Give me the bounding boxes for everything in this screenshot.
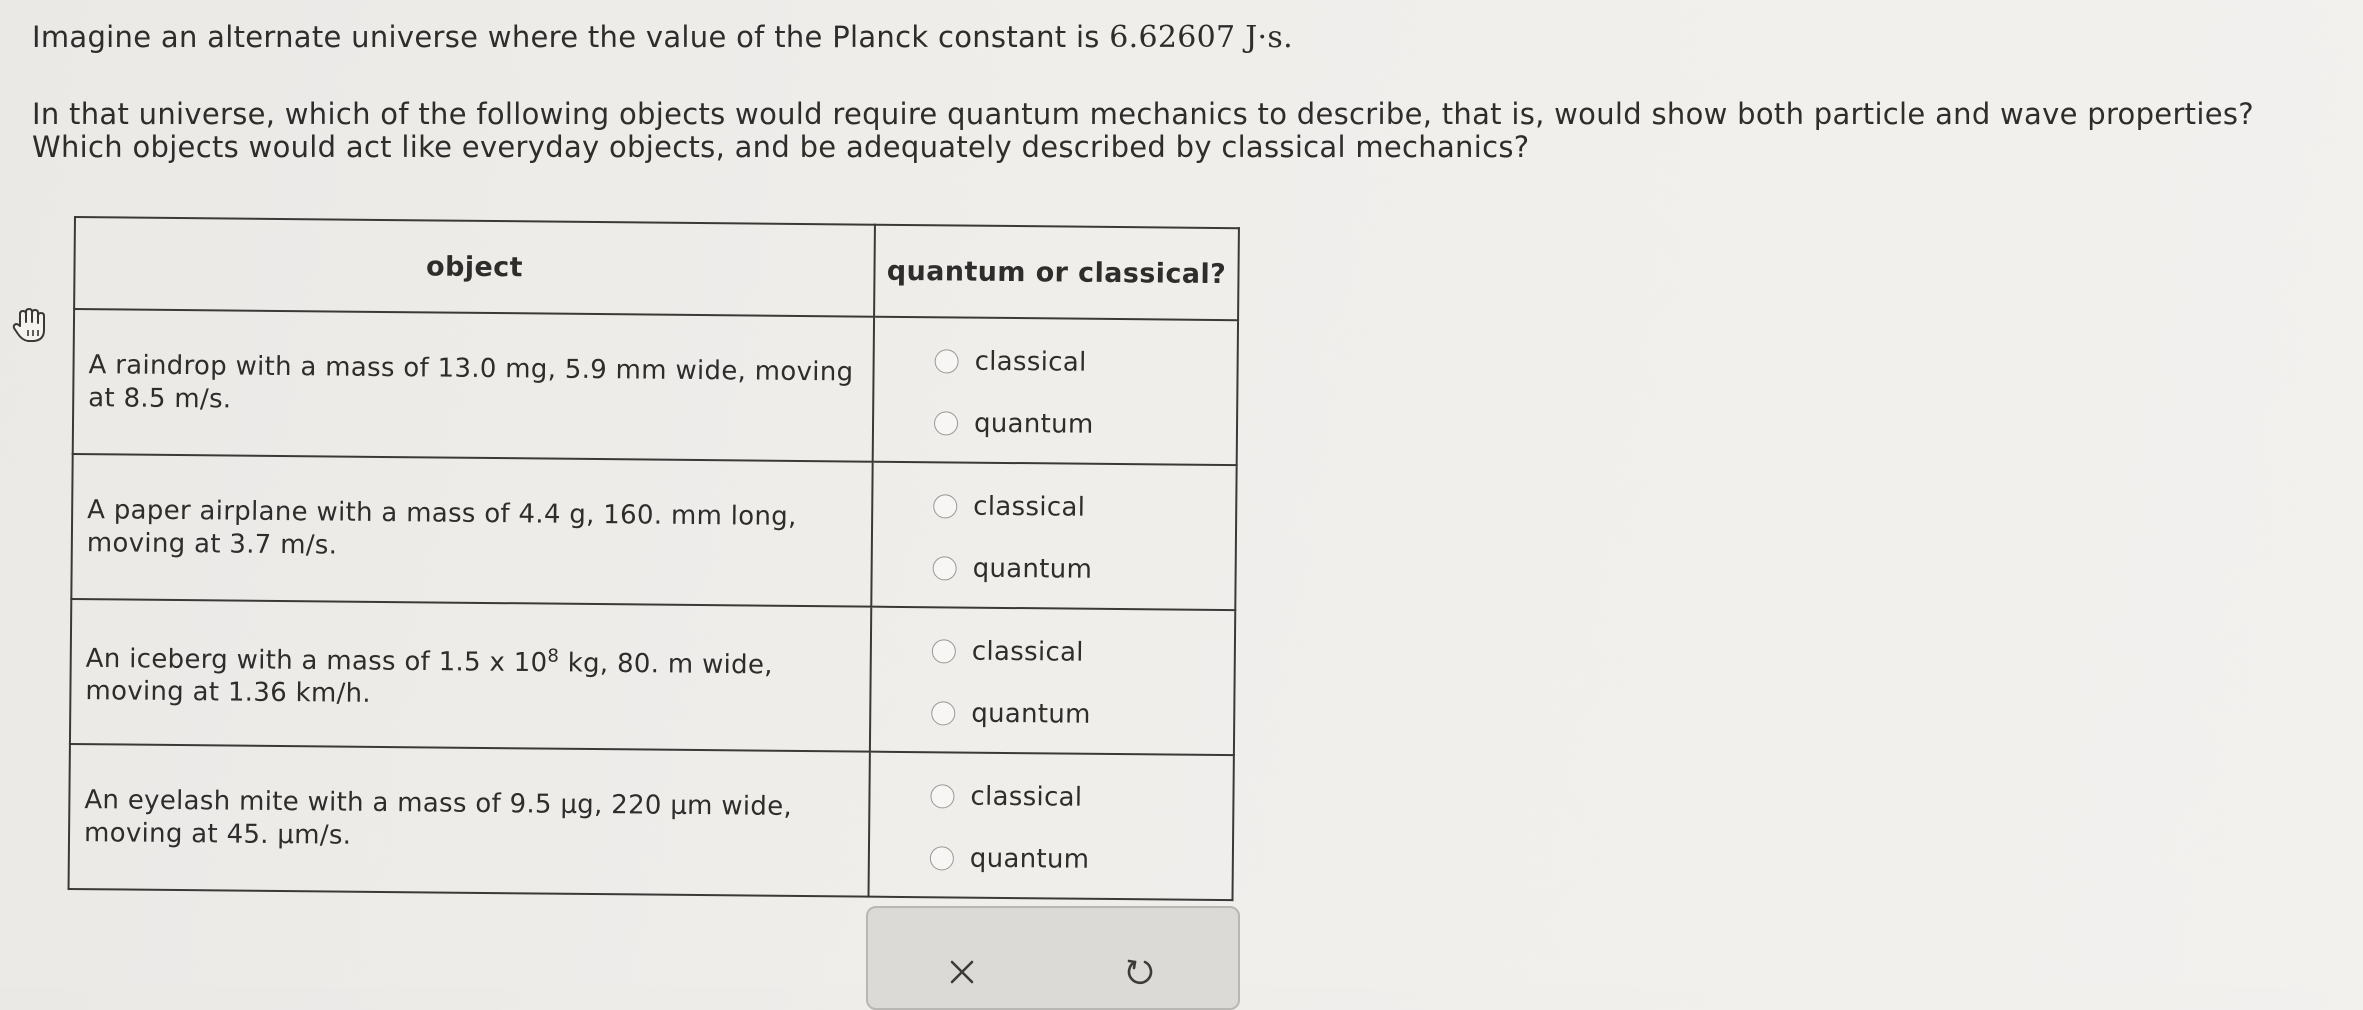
option-label: classical — [974, 346, 1087, 378]
object-description: An iceberg with a mass of 1.5 x 108 kg, … — [69, 598, 872, 752]
option-classical[interactable]: classical — [930, 779, 1232, 816]
choice-cell: classical quantum — [869, 606, 1236, 756]
intro-prefix: Imagine an alternate universe where the … — [32, 20, 1110, 54]
intro-text: Imagine an alternate universe where the … — [32, 18, 1293, 57]
exponent: 8 — [547, 645, 560, 667]
radio-button[interactable] — [933, 493, 958, 518]
option-classical[interactable]: classical — [933, 489, 1235, 526]
column-header-choice: quantum or classical? — [874, 224, 1239, 321]
table-row: An eyelash mite with a mass of 9.5 μg, 2… — [68, 743, 1234, 901]
option-label: quantum — [973, 408, 1094, 440]
answer-table: object quantum or classical? A raindrop … — [68, 216, 1240, 901]
option-classical[interactable]: classical — [934, 344, 1236, 381]
option-classical[interactable]: classical — [931, 634, 1234, 671]
radio-button[interactable] — [933, 410, 959, 435]
choice-cell: classical quantum — [868, 751, 1234, 901]
option-quantum[interactable]: quantum — [931, 696, 1233, 733]
option-label: quantum — [971, 698, 1091, 730]
page: Imagine an alternate universe where the … — [0, 0, 2363, 1010]
object-description: An eyelash mite with a mass of 9.5 μg, 2… — [68, 743, 870, 897]
radio-button[interactable] — [930, 783, 955, 808]
option-quantum[interactable]: quantum — [932, 551, 1234, 588]
table-row: A raindrop with a mass of 13.0 mg, 5.9 m… — [72, 309, 1239, 466]
option-label: classical — [973, 491, 1086, 523]
table-header-row: object quantum or classical? — [74, 217, 1239, 321]
option-quantum[interactable]: quantum — [933, 406, 1236, 443]
planck-constant-value: 6.62607 J·s. — [1109, 20, 1293, 55]
radio-button[interactable] — [929, 845, 954, 870]
object-description: A paper airplane with a mass of 4.4 g, 1… — [71, 453, 873, 607]
undo-icon[interactable] — [1118, 950, 1162, 994]
answer-action-bar — [866, 906, 1240, 1010]
question-text: In that universe, which of the following… — [32, 97, 2254, 164]
radio-button[interactable] — [931, 638, 956, 663]
choice-cell: classical quantum — [872, 316, 1239, 466]
option-label: quantum — [969, 843, 1090, 875]
radio-button[interactable] — [931, 700, 956, 725]
choice-cell: classical quantum — [871, 461, 1237, 611]
option-quantum[interactable]: quantum — [929, 841, 1232, 878]
object-text-start: An iceberg with a mass of 1.5 x 10 — [85, 643, 548, 678]
column-header-object: object — [74, 217, 875, 317]
radio-button[interactable] — [932, 555, 957, 580]
option-label: quantum — [972, 553, 1093, 585]
option-label: classical — [970, 781, 1083, 813]
radio-button[interactable] — [934, 348, 959, 373]
table-row: A paper airplane with a mass of 4.4 g, 1… — [71, 453, 1237, 611]
object-description: A raindrop with a mass of 13.0 mg, 5.9 m… — [72, 309, 875, 462]
hand-pointer-icon — [10, 304, 52, 346]
table-row: An iceberg with a mass of 1.5 x 108 kg, … — [69, 598, 1236, 756]
option-label: classical — [971, 636, 1084, 668]
x-icon[interactable] — [940, 950, 984, 994]
